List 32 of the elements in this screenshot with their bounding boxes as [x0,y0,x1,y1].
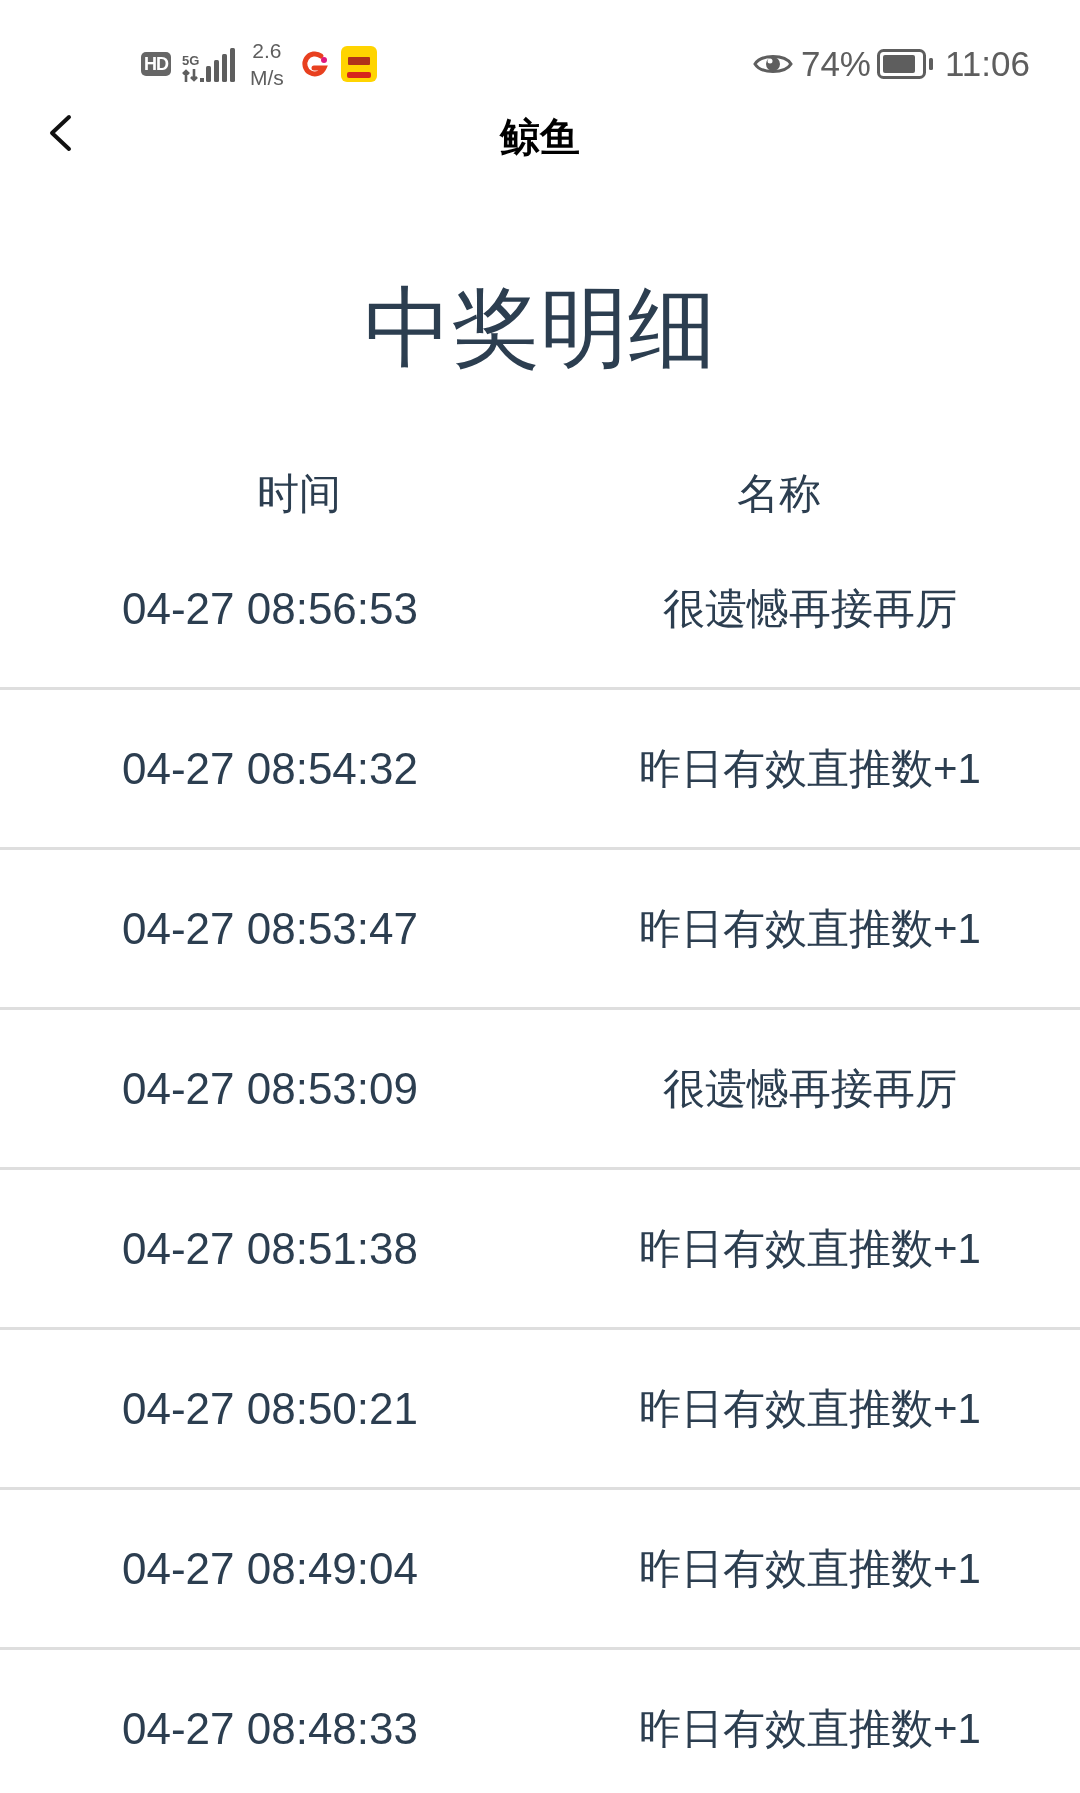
prize-name-cell-text: 昨日有效直推数+1 [639,903,981,954]
prize-name-cell-text: 昨日有效直推数+1 [639,1703,981,1754]
time-cell: 04-27 08:54:32 [121,742,418,795]
column-header: 时间 [257,469,341,519]
network-type-label: 5G [182,54,200,68]
swirl-logo-icon [300,50,329,78]
page-heading: 中奖明细 [364,275,716,381]
column-header: 名称 [737,469,821,519]
time-cell: 04-27 08:53:47 [121,902,418,955]
prize-name-cell-text: 很遗憾再接再厉 [663,1063,957,1114]
prize-name-cell-text: 昨日有效直推数+1 [639,1543,981,1594]
prize-name-cell-text: 昨日有效直推数+1 [639,1383,981,1434]
network-speed-unit: M/s [250,65,284,91]
battery-percentage: 74% [800,44,871,84]
signal-bars-icon [206,48,236,82]
prize-name-cell-text: 很遗憾再接再厉 [663,583,957,634]
data-arrows-icon [182,68,204,82]
time-cell: 04-27 08:49:04 [121,1542,418,1595]
time-cell: 04-27 08:50:21 [121,1382,418,1435]
prize-name-cell-text: 昨日有效直推数+1 [639,1223,981,1274]
battery-icon [877,49,933,79]
back-chevron-icon [48,114,72,152]
time-cell: 04-27 08:53:09 [121,1062,418,1115]
hd-indicator: HD [141,52,171,76]
time-cell: 04-27 08:51:38 [121,1222,418,1275]
app-tile-icon [340,46,377,82]
network-speed-value: 2.6 [252,38,282,64]
time-cell: 04-27 08:48:33 [121,1702,418,1755]
page-title: 鲸鱼 [500,113,580,162]
prize-name-cell-text: 昨日有效直推数+1 [639,743,981,794]
time-cell: 04-27 08:56:53 [121,582,418,635]
clock-time: 11:06 [945,44,1030,84]
